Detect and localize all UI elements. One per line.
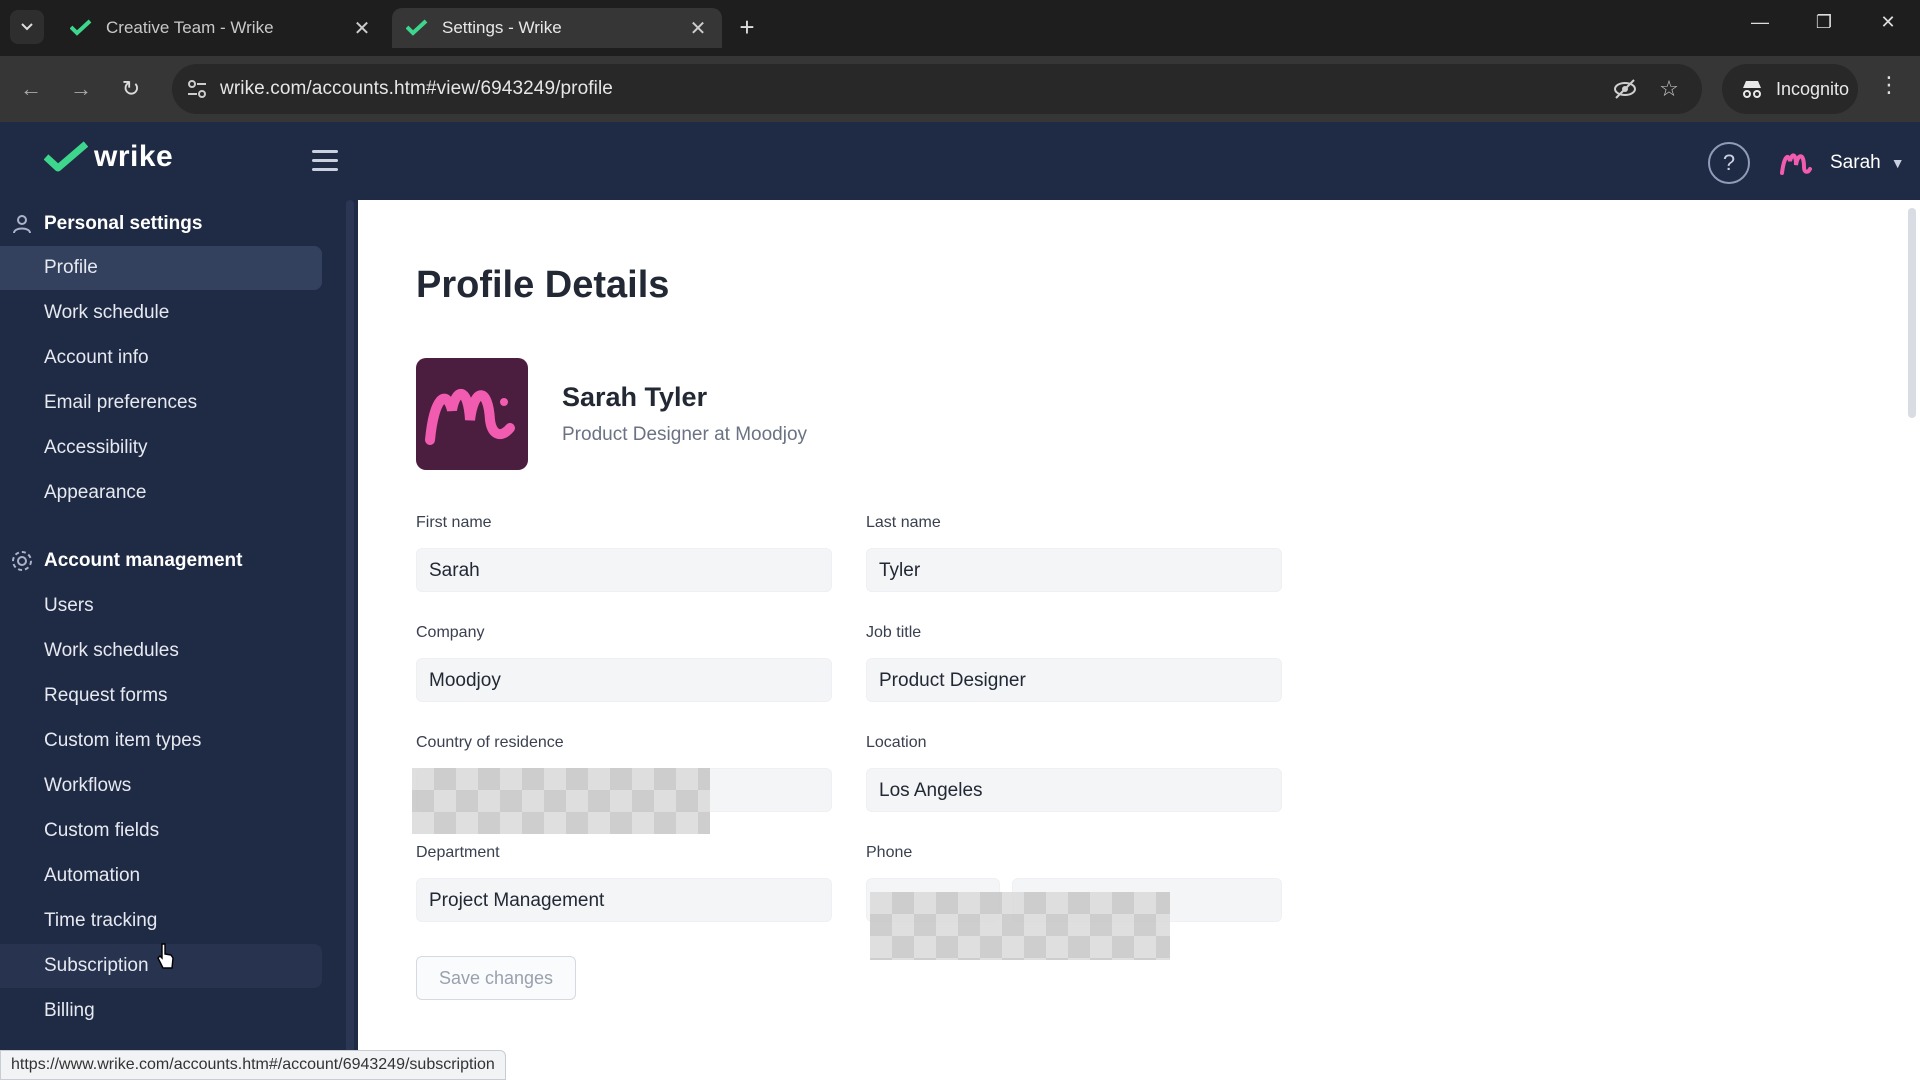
page-title: Profile Details	[416, 264, 670, 306]
sidebar-item-request-forms[interactable]: Request forms	[0, 674, 322, 718]
main-scrollbar[interactable]	[1908, 208, 1916, 418]
wrike-check-icon	[44, 141, 88, 172]
person-icon	[13, 215, 31, 234]
close-tab-icon[interactable]: ✕	[352, 16, 372, 41]
first-name-field[interactable]: Sarah	[416, 548, 832, 592]
user-avatar	[1780, 153, 1812, 175]
bookmark-star-icon[interactable]: ☆	[1656, 76, 1682, 102]
sidebar-item-custom-fields[interactable]: Custom fields	[0, 809, 322, 853]
tab-search-button[interactable]	[10, 10, 44, 44]
incognito-icon	[1743, 81, 1761, 98]
address-bar[interactable]: wrike.com/accounts.htm#view/6943249/prof…	[172, 64, 1702, 114]
redacted-country-region	[412, 768, 710, 834]
close-tab-icon[interactable]: ✕	[688, 16, 708, 41]
tab-title: Creative Team - Wrike	[106, 18, 274, 37]
sidebar-item-custom-item-types[interactable]: Custom item types	[0, 719, 322, 763]
sidebar-item-work-schedules[interactable]: Work schedules	[0, 629, 322, 673]
sidebar-item-profile[interactable]: Profile	[0, 246, 322, 290]
sidebar-item-work-schedule[interactable]: Work schedule	[0, 291, 322, 335]
profile-subtitle: Product Designer at Moodjoy	[562, 424, 808, 445]
eye-off-icon[interactable]	[1612, 76, 1638, 102]
country-label: Country of residence	[416, 734, 564, 751]
chevron-down-icon: ▼	[1890, 155, 1905, 171]
minimize-window-button[interactable]: —	[1740, 12, 1780, 33]
incognito-label: Incognito	[1776, 78, 1850, 99]
phone-label: Phone	[866, 844, 913, 861]
settings-sidebar: Personal settings Profile Work schedule …	[0, 200, 358, 1080]
profile-full-name: Sarah Tyler	[562, 382, 708, 412]
user-menu-button[interactable]: Sarah ▼	[1776, 140, 1905, 186]
last-name-field[interactable]: Tyler	[866, 548, 1282, 592]
close-window-button[interactable]: ✕	[1868, 12, 1908, 33]
sidebar-item-billing[interactable]: Billing	[0, 989, 322, 1033]
app-header: wrike ? Sarah ▼	[0, 122, 1920, 200]
browser-tab-bar: Creative Team - Wrike ✕ Settings - Wrike…	[0, 0, 1920, 56]
chevron-down-icon	[21, 23, 33, 31]
profile-details-panel: Profile Details Sarah Tyler Product Desi…	[358, 200, 1920, 1080]
wrike-favicon-icon	[406, 19, 428, 36]
location-field[interactable]: Los Angeles	[866, 768, 1282, 812]
browser-tab-creative-team[interactable]: Creative Team - Wrike ✕	[56, 8, 386, 48]
sidebar-item-workflows[interactable]: Workflows	[0, 764, 322, 808]
forward-arrow-icon[interactable]: →	[66, 74, 96, 104]
url-text[interactable]: wrike.com/accounts.htm#view/6943249/prof…	[220, 78, 613, 100]
last-name-label: Last name	[866, 514, 941, 531]
wrike-favicon-icon	[70, 19, 92, 36]
sidebar-item-time-tracking[interactable]: Time tracking	[0, 899, 322, 943]
profile-avatar[interactable]	[416, 358, 528, 470]
section-title: Personal settings	[44, 213, 203, 234]
wrike-logo[interactable]: wrike	[44, 140, 173, 174]
moodjoy-logo-icon	[425, 388, 515, 445]
browser-tab-settings[interactable]: Settings - Wrike ✕	[392, 8, 722, 48]
sidebar-item-appearance[interactable]: Appearance	[0, 471, 322, 515]
save-changes-button[interactable]: Save changes	[416, 956, 576, 1000]
reload-icon[interactable]: ↻	[116, 74, 146, 104]
personal-settings-heading: Personal settings	[10, 212, 202, 236]
account-management-heading: Account management	[10, 549, 242, 573]
sidebar-item-automation[interactable]: Automation	[0, 854, 322, 898]
company-label: Company	[416, 624, 485, 641]
help-icon[interactable]: ?	[1708, 142, 1750, 184]
incognito-badge[interactable]: Incognito	[1722, 64, 1858, 114]
location-label: Location	[866, 734, 927, 751]
menu-toggle-icon[interactable]	[312, 150, 338, 172]
company-field[interactable]: Moodjoy	[416, 658, 832, 702]
sidebar-item-accessibility[interactable]: Accessibility	[0, 426, 322, 470]
browser-menu-icon[interactable]: ⋮	[1878, 72, 1900, 98]
hand-cursor-icon	[157, 943, 174, 969]
job-title-label: Job title	[866, 624, 922, 641]
redacted-phone-region	[870, 892, 1170, 960]
link-status-bar: https://www.wrike.com/accounts.htm#/acco…	[0, 1050, 506, 1080]
back-arrow-icon[interactable]: ←	[16, 74, 46, 104]
department-label: Department	[416, 844, 500, 861]
new-tab-button[interactable]: +	[732, 12, 762, 43]
sidebar-item-account-info[interactable]: Account info	[0, 336, 322, 380]
first-name-label: First name	[416, 514, 492, 531]
gear-icon	[12, 551, 32, 571]
site-settings-icon[interactable]	[186, 78, 208, 100]
user-name: Sarah	[1830, 152, 1881, 173]
job-title-field[interactable]: Product Designer	[866, 658, 1282, 702]
sidebar-item-email-preferences[interactable]: Email preferences	[0, 381, 322, 425]
logo-text: wrike	[94, 140, 174, 173]
tab-title: Settings - Wrike	[442, 18, 562, 37]
department-field[interactable]: Project Management	[416, 878, 832, 922]
browser-toolbar: ← → ↻ wrike.com/accounts.htm#view/694324…	[0, 56, 1920, 122]
section-title: Account management	[44, 550, 243, 571]
restore-window-button[interactable]: ❐	[1804, 12, 1844, 33]
sidebar-item-users[interactable]: Users	[0, 584, 322, 628]
sidebar-scrollbar[interactable]	[346, 200, 354, 1070]
